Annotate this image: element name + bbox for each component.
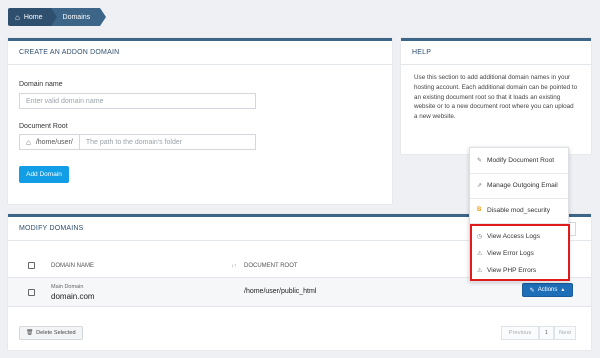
chevron-up-icon: ▲ [560,287,566,293]
divider [470,198,568,199]
menu-item-label: Modify Document Root [487,156,555,164]
next-button[interactable]: Next [554,326,576,340]
breadcrumb: ⌂ Home Domains [8,8,106,26]
help-title: HELP [401,41,591,65]
menu-item-label: Disable mod_security [487,206,551,214]
edit-icon: ✎ [529,287,535,294]
external-link-icon: ⇗ [477,182,483,189]
doc-root-input[interactable]: ⌂ /home/user/ The path to the domain's f… [19,134,256,150]
column-domain-name[interactable]: DOMAIN NAME [51,263,94,269]
breadcrumb-home-label: Home [23,13,43,21]
select-all-checkbox[interactable] [28,262,35,269]
add-domain-button[interactable]: Add Domain [19,166,69,183]
bitcoin-shield-icon: B [477,207,482,213]
domain-name-input[interactable]: Enter valid domain name [19,93,256,109]
menu-item-manage-email[interactable]: ⇗ Manage Outgoing Email [470,175,568,195]
trash-icon: 🗑 [26,330,34,336]
actions-label: Actions [537,287,558,293]
doc-root-prefix: ⌂ /home/user/ [20,135,80,149]
page-1-button[interactable]: 1 [539,326,554,340]
actions-button[interactable]: ✎ Actions ▲ [522,283,573,297]
highlight-box [470,224,570,281]
main-domain-label: Main Domain [51,284,84,290]
breadcrumb-current: Domains [50,8,106,26]
sort-icon[interactable]: ↓↑ [231,263,237,269]
create-addon-panel: CREATE AN ADDON DOMAIN Domain name Enter… [8,38,392,204]
menu-item-disable-mod-security[interactable]: B Disable mod_security [470,200,568,220]
doc-root-label: Document Root [19,123,68,130]
pagination: Previous 1 Next [501,326,576,340]
help-panel: HELP Use this section to add additional … [401,38,591,154]
delete-selected-button[interactable]: 🗑 Delete Selected [19,326,83,340]
edit-icon: ✎ [477,157,483,164]
menu-item-label: Manage Outgoing Email [487,181,558,189]
column-document-root[interactable]: DOCUMENT ROOT [244,263,298,269]
domain-name-placeholder: Enter valid domain name [26,97,104,105]
document-root-cell: /home/user/public_html [244,288,317,295]
doc-root-placeholder: The path to the domain's folder [85,138,183,146]
domain-name-label: Domain name [19,81,63,88]
doc-root-prefix-text: /home/user/ [35,138,73,146]
breadcrumb-home[interactable]: ⌂ Home [8,8,57,26]
help-text: Use this section to add additional domai… [414,74,578,121]
home-icon: ⌂ [15,12,20,22]
divider [470,173,568,174]
breadcrumb-current-label: Domains [62,13,91,21]
create-addon-title: CREATE AN ADDON DOMAIN [8,41,392,65]
home-icon: ⌂ [26,137,31,147]
row-checkbox[interactable] [28,289,35,296]
previous-button[interactable]: Previous [501,326,539,340]
domain-name-cell: domain.com [51,292,95,301]
delete-selected-label: Delete Selected [36,330,76,336]
menu-item-modify-doc-root[interactable]: ✎ Modify Document Root [470,150,568,170]
